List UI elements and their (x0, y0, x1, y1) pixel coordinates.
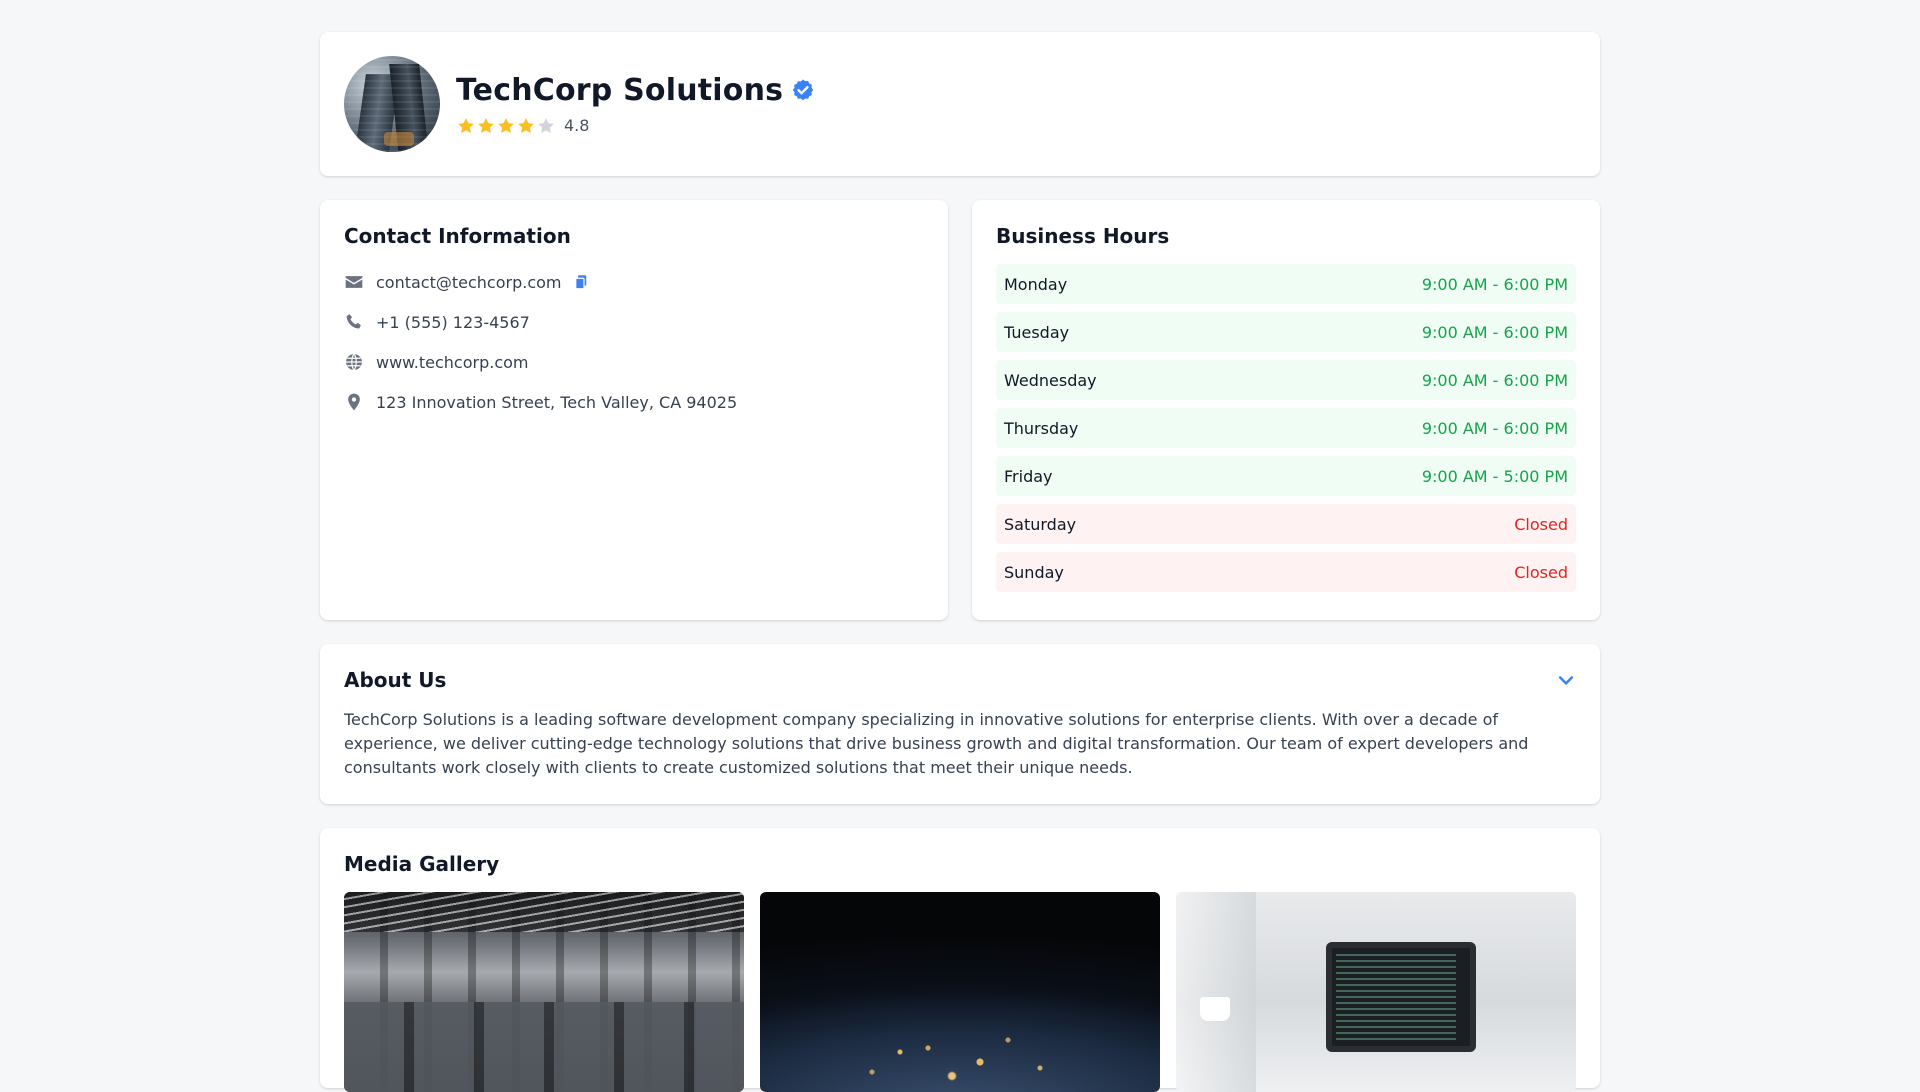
verified-badge-icon (793, 79, 814, 101)
contact-title: Contact Information (344, 224, 571, 248)
hours-row-wednesday: Wednesday 9:00 AM - 6:00 PM (996, 360, 1576, 400)
contact-list: contact@techcorp.com +1 (555) 123-4567 w… (344, 262, 924, 422)
day-label: Wednesday (1004, 370, 1097, 390)
hours-row-monday: Monday 9:00 AM - 6:00 PM (996, 264, 1576, 304)
title-block: TechCorp Solutions 4.8 (456, 73, 815, 136)
hours-row-sunday: Sunday Closed (996, 552, 1576, 592)
time-label: 9:00 AM - 6:00 PM (1421, 274, 1568, 294)
globe-icon (346, 353, 362, 371)
company-name: TechCorp Solutions (456, 72, 784, 108)
phone-icon (346, 314, 361, 329)
hours-row-saturday: Saturday Closed (996, 504, 1576, 544)
day-label: Friday (1004, 466, 1053, 486)
email-text[interactable]: contact@techcorp.com (376, 273, 562, 292)
time-label: Closed (1514, 562, 1568, 582)
hours-row-friday: Friday 9:00 AM - 5:00 PM (996, 456, 1576, 496)
day-label: Saturday (1004, 514, 1077, 534)
chevron-down-icon[interactable] (1556, 670, 1576, 690)
time-label: 9:00 AM - 6:00 PM (1421, 322, 1568, 342)
info-grid: Contact Information contact@techcorp.com (320, 200, 1600, 620)
contact-address: 123 Innovation Street, Tech Valley, CA 9… (344, 382, 924, 422)
about-text: TechCorp Solutions is a leading software… (344, 710, 1529, 777)
star-empty-icon (538, 117, 554, 133)
title-row: TechCorp Solutions (456, 73, 815, 108)
star-filled-icon (498, 117, 514, 133)
star-filled-icon (478, 117, 494, 133)
phone-text[interactable]: +1 (555) 123-4567 (376, 313, 530, 332)
day-label: Thursday (1004, 418, 1079, 438)
time-label: 9:00 AM - 6:00 PM (1421, 370, 1568, 390)
contact-website: www.techcorp.com (344, 342, 924, 382)
hours-card: Business Hours Monday 9:00 AM - 6:00 PM … (972, 200, 1600, 620)
gallery-grid (344, 892, 1576, 1092)
about-title: About Us (344, 668, 447, 692)
hours-title: Business Hours (996, 224, 1170, 248)
star-filled-icon (458, 117, 474, 133)
about-card: About Us TechCorp Solutions is a leading… (320, 644, 1600, 804)
gallery-image-earth[interactable] (760, 892, 1160, 1092)
gallery-image-office[interactable] (344, 892, 744, 1092)
star-filled-icon (518, 117, 534, 133)
time-label: Closed (1514, 514, 1568, 534)
day-label: Tuesday (1004, 322, 1070, 342)
rating-row: 4.8 (456, 116, 815, 136)
envelope-icon (345, 276, 363, 288)
contact-email: contact@techcorp.com (344, 262, 924, 302)
day-label: Monday (1004, 274, 1068, 294)
profile-header: TechCorp Solutions 4.8 (320, 32, 1600, 176)
contact-phone: +1 (555) 123-4567 (344, 302, 924, 342)
time-label: 9:00 AM - 6:00 PM (1421, 418, 1568, 438)
business-profile: TechCorp Solutions 4.8 Contact Informati… (320, 32, 1600, 1092)
copy-icon[interactable] (572, 273, 590, 291)
address-text: 123 Innovation Street, Tech Valley, CA 9… (376, 392, 738, 412)
contact-card: Contact Information contact@techcorp.com (320, 200, 948, 620)
gallery-title: Media Gallery (344, 852, 500, 876)
hours-list: Monday 9:00 AM - 6:00 PM Tuesday 9:00 AM… (996, 264, 1576, 592)
website-text[interactable]: www.techcorp.com (376, 353, 529, 372)
about-header[interactable]: About Us (344, 668, 1576, 692)
hours-row-thursday: Thursday 9:00 AM - 6:00 PM (996, 408, 1576, 448)
hours-row-tuesday: Tuesday 9:00 AM - 6:00 PM (996, 312, 1576, 352)
day-label: Sunday (1004, 562, 1064, 582)
rating-stars (456, 116, 556, 136)
gallery-card: Media Gallery (320, 828, 1600, 1092)
rating-value: 4.8 (564, 116, 590, 135)
gallery-image-laptop[interactable] (1176, 892, 1576, 1092)
time-label: 9:00 AM - 5:00 PM (1421, 466, 1568, 486)
company-avatar (344, 56, 440, 152)
map-pin-icon (348, 393, 360, 411)
